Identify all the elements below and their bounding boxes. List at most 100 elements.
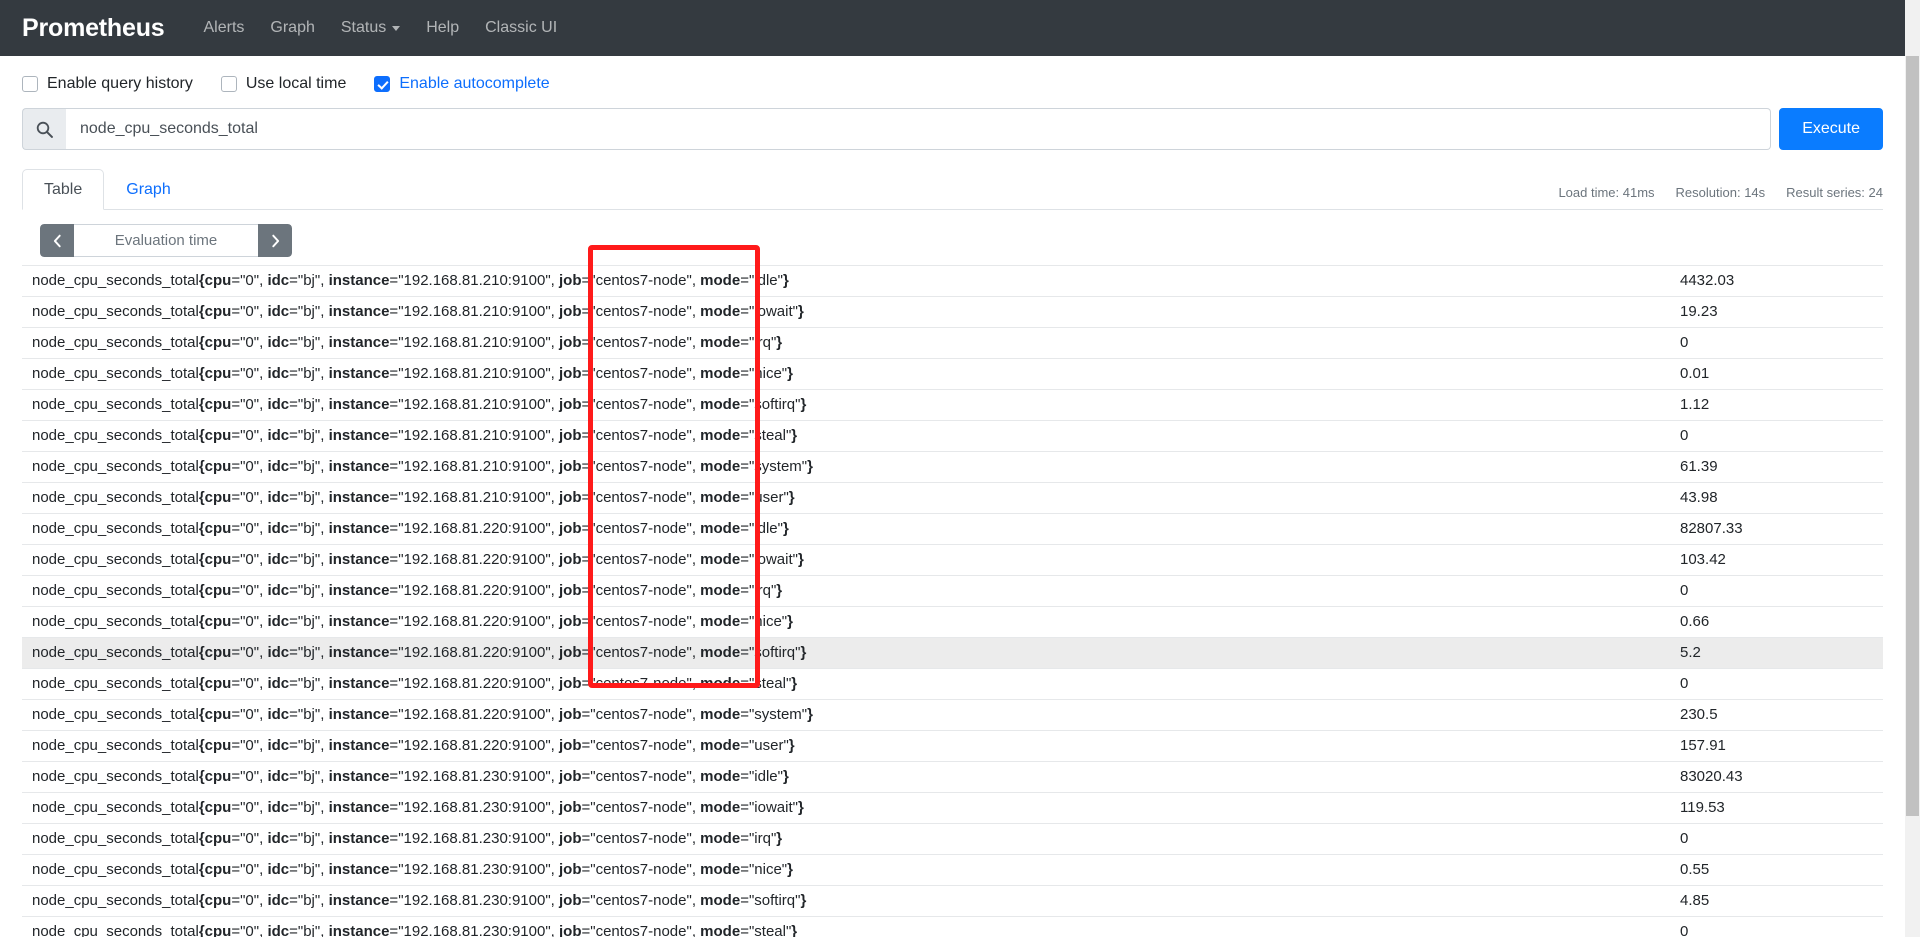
label-key: idc bbox=[267, 923, 289, 937]
table-row[interactable]: node_cpu_seconds_total{cpu="0", idc="bj"… bbox=[22, 793, 1883, 824]
nav-link-help[interactable]: Help bbox=[413, 13, 472, 43]
label-separator: , bbox=[551, 551, 559, 568]
page-scrollbar[interactable] bbox=[1905, 56, 1920, 937]
label-key: idc bbox=[267, 582, 289, 599]
chevron-right-icon[interactable] bbox=[258, 224, 292, 257]
label-equals: = bbox=[740, 892, 749, 909]
label-separator: , bbox=[692, 396, 700, 413]
nav-link-classic-ui[interactable]: Classic UI bbox=[472, 13, 570, 43]
nav-link-status[interactable]: Status bbox=[328, 13, 413, 43]
search-input[interactable] bbox=[66, 108, 1771, 150]
label-value: "softirq" bbox=[749, 396, 801, 413]
label-separator: , bbox=[551, 303, 559, 320]
metric-series-cell: node_cpu_seconds_total{cpu="0", idc="bj"… bbox=[22, 545, 1670, 576]
scrollbar-thumb[interactable] bbox=[1906, 56, 1919, 816]
option-use-local-time[interactable]: Use local time bbox=[221, 75, 346, 93]
label-separator: , bbox=[692, 303, 700, 320]
table-row[interactable]: node_cpu_seconds_total{cpu="0", idc="bj"… bbox=[22, 421, 1883, 452]
label-key: instance bbox=[329, 303, 390, 320]
table-row[interactable]: node_cpu_seconds_total{cpu="0", idc="bj"… bbox=[22, 638, 1883, 669]
close-brace: } bbox=[783, 768, 789, 785]
table-row[interactable]: node_cpu_seconds_total{cpu="0", idc="bj"… bbox=[22, 390, 1883, 421]
execute-button[interactable]: Execute bbox=[1779, 108, 1883, 150]
label-equals: = bbox=[231, 396, 240, 413]
label-separator: , bbox=[551, 861, 559, 878]
table-row[interactable]: node_cpu_seconds_total{cpu="0", idc="bj"… bbox=[22, 359, 1883, 390]
brand-logo[interactable]: Prometheus bbox=[22, 14, 164, 43]
label-value: "0" bbox=[240, 272, 259, 289]
table-row[interactable]: node_cpu_seconds_total{cpu="0", idc="bj"… bbox=[22, 297, 1883, 328]
tab-table[interactable]: Table bbox=[22, 169, 104, 210]
label-value: "bj" bbox=[298, 551, 320, 568]
label-separator: , bbox=[692, 861, 700, 878]
label-equals: = bbox=[740, 520, 749, 537]
table-row[interactable]: node_cpu_seconds_total{cpu="0", idc="bj"… bbox=[22, 266, 1883, 297]
label-key: job bbox=[559, 644, 582, 661]
label-separator: , bbox=[320, 334, 328, 351]
table-row[interactable]: node_cpu_seconds_total{cpu="0", idc="bj"… bbox=[22, 917, 1883, 937]
table-row[interactable]: node_cpu_seconds_total{cpu="0", idc="bj"… bbox=[22, 328, 1883, 359]
close-brace: } bbox=[800, 892, 806, 909]
label-value: "0" bbox=[240, 613, 259, 630]
label-separator: , bbox=[320, 675, 328, 692]
option-enable-query-history[interactable]: Enable query history bbox=[22, 75, 193, 93]
label-value: "centos7-node" bbox=[590, 923, 692, 937]
label-value: "idle" bbox=[749, 272, 783, 289]
checkbox-enable-autocomplete[interactable] bbox=[374, 76, 390, 92]
metric-value-cell: 4.85 bbox=[1670, 886, 1883, 917]
nav-link-alerts[interactable]: Alerts bbox=[190, 13, 257, 43]
table-row[interactable]: node_cpu_seconds_total{cpu="0", idc="bj"… bbox=[22, 545, 1883, 576]
option-label: Enable query history bbox=[47, 75, 193, 93]
label-value: "192.168.81.220:9100" bbox=[398, 582, 550, 599]
metric-name: node_cpu_seconds_total bbox=[32, 489, 199, 506]
label-key: idc bbox=[267, 830, 289, 847]
tab-label: Table bbox=[44, 181, 82, 198]
label-value: "bj" bbox=[298, 427, 320, 444]
evaluation-time-input[interactable] bbox=[74, 224, 258, 257]
table-row[interactable]: node_cpu_seconds_total{cpu="0", idc="bj"… bbox=[22, 855, 1883, 886]
label-separator: , bbox=[320, 923, 328, 937]
table-row[interactable]: node_cpu_seconds_total{cpu="0", idc="bj"… bbox=[22, 700, 1883, 731]
table-row[interactable]: node_cpu_seconds_total{cpu="0", idc="bj"… bbox=[22, 824, 1883, 855]
label-equals: = bbox=[740, 644, 749, 661]
label-key: mode bbox=[700, 675, 740, 692]
checkbox-enable-query-history[interactable] bbox=[22, 76, 38, 92]
option-enable-autocomplete[interactable]: Enable autocomplete bbox=[374, 75, 549, 93]
table-row[interactable]: node_cpu_seconds_total{cpu="0", idc="bj"… bbox=[22, 762, 1883, 793]
navbar-links: AlertsGraphStatusHelpClassic UI bbox=[190, 13, 570, 43]
table-row[interactable]: node_cpu_seconds_total{cpu="0", idc="bj"… bbox=[22, 607, 1883, 638]
metric-value-cell: 0 bbox=[1670, 824, 1883, 855]
metric-name: node_cpu_seconds_total bbox=[32, 861, 199, 878]
table-row[interactable]: node_cpu_seconds_total{cpu="0", idc="bj"… bbox=[22, 514, 1883, 545]
table-row[interactable]: node_cpu_seconds_total{cpu="0", idc="bj"… bbox=[22, 669, 1883, 700]
table-row[interactable]: node_cpu_seconds_total{cpu="0", idc="bj"… bbox=[22, 452, 1883, 483]
label-equals: = bbox=[231, 613, 240, 630]
checkbox-use-local-time[interactable] bbox=[221, 76, 237, 92]
table-row[interactable]: node_cpu_seconds_total{cpu="0", idc="bj"… bbox=[22, 483, 1883, 514]
label-separator: , bbox=[551, 613, 559, 630]
label-value: "irq" bbox=[749, 582, 776, 599]
label-separator: , bbox=[320, 799, 328, 816]
label-separator: , bbox=[551, 737, 559, 754]
main-navbar: Prometheus AlertsGraphStatusHelpClassic … bbox=[0, 0, 1905, 56]
chevron-left-icon[interactable] bbox=[40, 224, 74, 257]
table-row[interactable]: node_cpu_seconds_total{cpu="0", idc="bj"… bbox=[22, 731, 1883, 762]
tab-graph[interactable]: Graph bbox=[104, 169, 192, 210]
label-equals: = bbox=[582, 551, 591, 568]
label-separator: , bbox=[692, 644, 700, 661]
label-value: "192.168.81.210:9100" bbox=[398, 427, 550, 444]
metric-value-cell: 0 bbox=[1670, 669, 1883, 700]
label-separator: , bbox=[551, 520, 559, 537]
nav-link-graph[interactable]: Graph bbox=[257, 13, 327, 43]
label-value: "irq" bbox=[749, 830, 776, 847]
label-key: job bbox=[559, 706, 582, 723]
label-value: "0" bbox=[240, 489, 259, 506]
label-separator: , bbox=[551, 427, 559, 444]
table-row[interactable]: node_cpu_seconds_total{cpu="0", idc="bj"… bbox=[22, 576, 1883, 607]
label-key: cpu bbox=[205, 520, 232, 537]
label-equals: = bbox=[740, 737, 749, 754]
query-row: Execute bbox=[22, 108, 1883, 150]
label-separator: , bbox=[692, 706, 700, 723]
option-label: Use local time bbox=[246, 75, 346, 93]
table-row[interactable]: node_cpu_seconds_total{cpu="0", idc="bj"… bbox=[22, 886, 1883, 917]
